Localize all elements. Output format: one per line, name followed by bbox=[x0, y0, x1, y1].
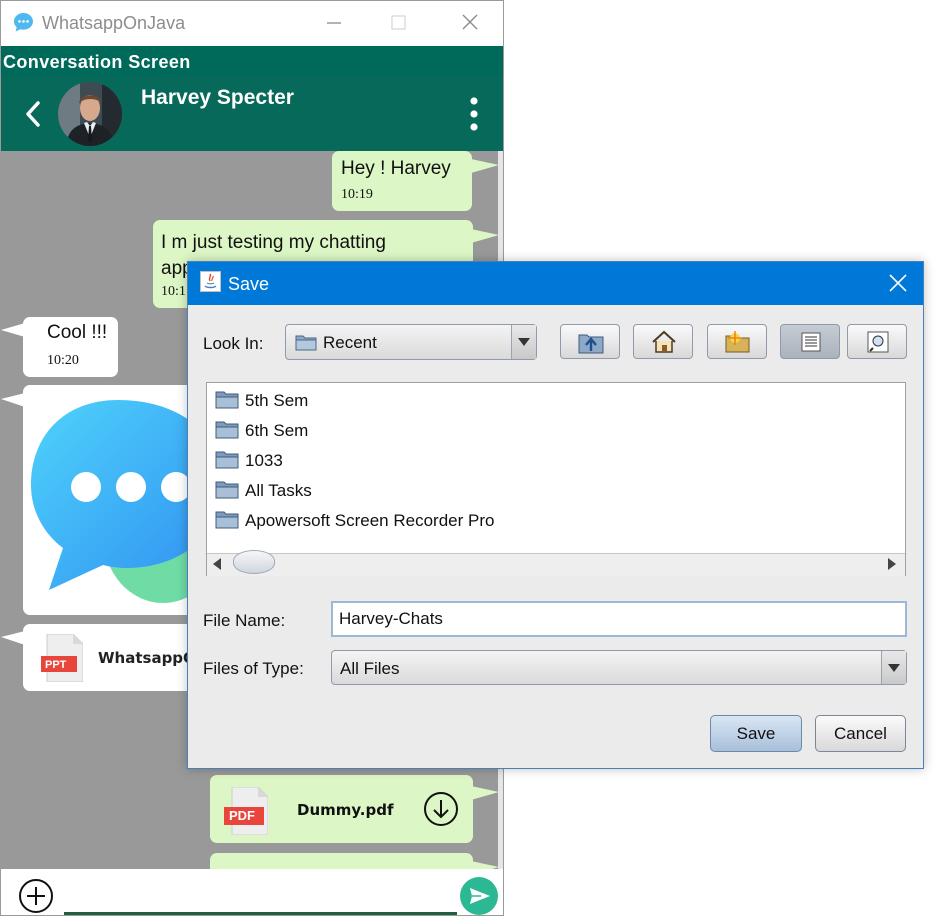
download-icon[interactable] bbox=[423, 791, 459, 827]
file-badge: PDF bbox=[229, 808, 255, 823]
details-view-button[interactable] bbox=[847, 324, 907, 359]
file-badge: PPT bbox=[45, 659, 67, 671]
message-text: Hey ! Harvey bbox=[341, 158, 451, 179]
new-folder-icon bbox=[725, 331, 750, 353]
save-button[interactable]: Save bbox=[710, 715, 802, 752]
horizontal-scrollbar[interactable] bbox=[207, 550, 905, 576]
file-name-label: File Name: bbox=[203, 611, 286, 630]
list-view-icon bbox=[801, 332, 821, 352]
screen-label: Conversation Screen bbox=[3, 52, 191, 72]
folder-icon bbox=[215, 391, 239, 409]
message-text: Cool !!! bbox=[47, 322, 108, 343]
file-type-dropdown[interactable]: All Files bbox=[331, 650, 907, 685]
chevron-down-icon bbox=[888, 664, 900, 672]
list-view-button[interactable] bbox=[780, 324, 840, 359]
conversation-header: Harvey Specter bbox=[1, 76, 503, 151]
add-attachment-icon[interactable] bbox=[18, 878, 54, 914]
screen-label-bar: Conversation Screen bbox=[1, 46, 503, 76]
new-folder-button[interactable] bbox=[707, 324, 767, 359]
bubble-tail bbox=[1, 631, 25, 645]
maximize-icon[interactable] bbox=[384, 9, 414, 37]
folder-icon bbox=[295, 335, 317, 351]
up-one-level-icon bbox=[578, 334, 604, 354]
file-name: Apowersoft Screen Recorder Pro bbox=[245, 511, 495, 530]
folder-icon bbox=[215, 451, 239, 469]
save-dialog: Save Look In: Recent 5th Sem 6th Sem 103… bbox=[187, 261, 924, 769]
bubble-tail bbox=[1, 323, 25, 337]
bubble-tail bbox=[1, 393, 25, 407]
dialog-titlebar: Save bbox=[188, 262, 923, 305]
window-titlebar: WhatsappOnJava bbox=[1, 1, 503, 46]
folder-icon bbox=[215, 511, 239, 529]
look-in-value: Recent bbox=[323, 333, 377, 352]
image-message[interactable] bbox=[23, 385, 213, 615]
chat-bubble-image bbox=[31, 400, 213, 603]
more-options-icon[interactable] bbox=[464, 96, 484, 132]
dialog-close-icon[interactable] bbox=[887, 272, 909, 294]
file-type-label: Files of Type: bbox=[203, 659, 304, 678]
dropdown-arrow[interactable] bbox=[881, 651, 906, 684]
file-list[interactable]: 5th Sem 6th Sem 1033 All Tasks Apowersof… bbox=[206, 382, 906, 576]
bubble-tail bbox=[471, 159, 499, 173]
file-message[interactable]: PDF Dummy.pdf bbox=[210, 775, 473, 843]
back-arrow-icon[interactable] bbox=[19, 97, 47, 131]
app-chat-icon bbox=[14, 13, 33, 32]
ppt-file-icon bbox=[41, 634, 83, 682]
window-title: WhatsappOnJava bbox=[42, 13, 186, 33]
file-name-field[interactable] bbox=[331, 601, 907, 637]
file-name: WhatsappO bbox=[98, 649, 196, 667]
bubble-tail bbox=[471, 786, 499, 800]
contact-name[interactable]: Harvey Specter bbox=[141, 86, 294, 110]
file-name: 6th Sem bbox=[245, 421, 309, 440]
look-in-dropdown[interactable]: Recent bbox=[285, 324, 537, 360]
close-icon[interactable] bbox=[455, 9, 485, 37]
message-input[interactable] bbox=[64, 912, 457, 915]
file-name: Dummy.pdf bbox=[297, 801, 394, 819]
folder-icon bbox=[215, 421, 239, 439]
file-name: All Tasks bbox=[245, 481, 312, 500]
scrollbar-thumb[interactable] bbox=[233, 550, 275, 574]
scroll-right-arrow[interactable] bbox=[888, 558, 896, 570]
folder-icon bbox=[215, 481, 239, 499]
message-time: 10:1 bbox=[161, 284, 186, 299]
scroll-left-arrow[interactable] bbox=[213, 558, 221, 570]
file-type-value: All Files bbox=[340, 659, 400, 678]
file-message[interactable]: PPT WhatsappO bbox=[23, 624, 213, 691]
home-button[interactable] bbox=[633, 324, 693, 359]
chevron-down-icon bbox=[518, 338, 530, 346]
bubble-tail bbox=[471, 229, 499, 243]
cancel-button[interactable]: Cancel bbox=[815, 715, 906, 752]
dialog-title: Save bbox=[228, 274, 270, 294]
message-input-bar bbox=[1, 869, 503, 916]
message-text: I m just testing my chatting bbox=[161, 232, 386, 253]
file-name: 5th Sem bbox=[245, 391, 309, 410]
avatar[interactable] bbox=[58, 82, 122, 146]
message-time: 10:20 bbox=[47, 353, 79, 368]
file-name-input[interactable] bbox=[339, 609, 879, 629]
look-in-label: Look In: bbox=[203, 334, 264, 353]
outgoing-message[interactable]: Hey ! Harvey 10:19 bbox=[332, 151, 472, 211]
incoming-message[interactable]: Cool !!! 10:20 bbox=[23, 317, 118, 377]
java-icon bbox=[200, 271, 221, 292]
home-icon bbox=[652, 330, 676, 353]
minimize-icon[interactable] bbox=[319, 9, 349, 37]
dropdown-arrow[interactable] bbox=[511, 325, 536, 359]
details-view-icon bbox=[867, 331, 889, 353]
send-icon[interactable] bbox=[459, 876, 499, 916]
file-name: 1033 bbox=[245, 451, 283, 470]
up-one-level-button[interactable] bbox=[560, 324, 620, 359]
message-time: 10:19 bbox=[341, 187, 373, 202]
